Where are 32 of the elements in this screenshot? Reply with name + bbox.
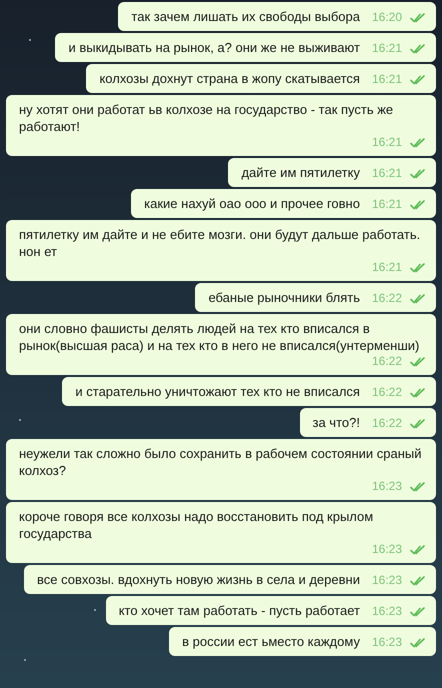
message-text: все совхозы. вдохнуть новую жизнь в села и деревни — [37, 571, 360, 588]
message-time: 16:22 — [372, 353, 402, 370]
message-time: 16:21 — [372, 71, 402, 88]
message-time: 16:22 — [372, 415, 402, 432]
message-text: за что?! — [312, 414, 360, 431]
message-time: 16:21 — [372, 259, 402, 276]
message-time: 16:21 — [372, 165, 402, 182]
message-time: 16:23 — [372, 541, 402, 558]
message-text: они словно фашисты делять людей на тех кто вписался в рынок(высшая раса) и на тех кто в него не вписался(унтерменши) — [19, 320, 420, 354]
message-text: ну хотят они работат ьв колхозе на государство - так пусть же работают! — [19, 101, 394, 135]
message-text: неужели так сложно было сохранить в рабочем состоянии сраный колхоз? — [19, 445, 422, 479]
message-time: 16:23 — [372, 634, 402, 651]
message-time: 16:21 — [372, 134, 402, 151]
message-text: кто хочет там работать - пусть работает — [118, 602, 360, 619]
message-text: короче говоря все колхозы надо восстановить под крылом государства — [19, 508, 374, 542]
message-time: 16:20 — [372, 9, 402, 26]
message-time: 16:23 — [372, 478, 402, 495]
message-text: в россии ест ьместо каждому — [182, 633, 360, 650]
message-text: колхозы дохнут страна в жопу скатывается — [99, 70, 360, 87]
message-time: 16:23 — [372, 572, 402, 589]
message-time: 16:22 — [372, 384, 402, 401]
message-text: так зачем лишать их свободы выбора — [131, 8, 360, 25]
message-time: 16:23 — [372, 603, 402, 620]
message-text: пятилетку им дайте и не ебите мозги. они будут дальше работать. нон ет — [19, 226, 422, 260]
message-time: 16:22 — [372, 290, 402, 307]
message-text: и выкидывать на рынок, а? они же не выживают — [68, 39, 360, 56]
message-text: какие нахуй оао ооо и прочее говно — [144, 195, 360, 212]
message-text: ебаные рыночники блять — [208, 289, 360, 306]
message-time: 16:21 — [372, 40, 402, 57]
message-time: 16:21 — [372, 196, 402, 213]
message-text: дайте им пятилетку — [241, 164, 360, 181]
message-text: и старательно уничтожают тех кто не вписался — [75, 383, 360, 400]
